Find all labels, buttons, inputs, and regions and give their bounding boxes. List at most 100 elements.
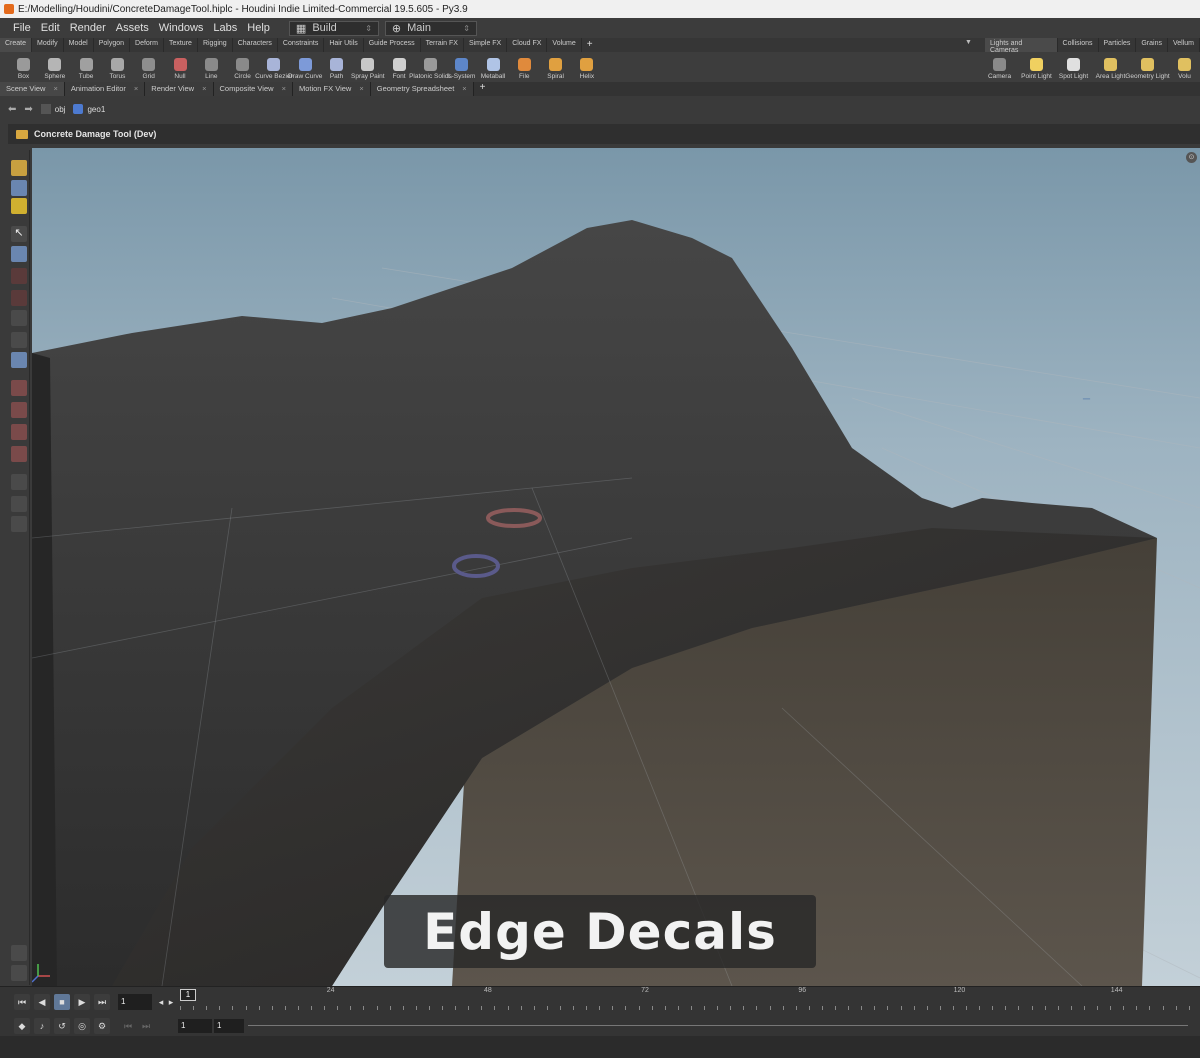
shelf-tab-volume[interactable]: Volume: [547, 38, 582, 52]
snap-icon[interactable]: [11, 352, 27, 368]
current-frame-input[interactable]: 1: [118, 994, 152, 1010]
shelf-tab-hair-utils[interactable]: Hair Utils: [324, 38, 364, 52]
keyframe-icon[interactable]: ◆: [14, 1018, 30, 1034]
pane-tab-render-view[interactable]: Render View ×: [145, 82, 214, 96]
tool-curve-bezier[interactable]: Curve Bezier: [255, 52, 293, 82]
breadcrumb-obj[interactable]: obj: [40, 104, 65, 114]
menu-labs[interactable]: Labs: [208, 22, 242, 34]
magnet-icon[interactable]: [11, 402, 27, 418]
shelf-tab-terrain-fx[interactable]: Terrain FX: [421, 38, 464, 52]
tool-geometry-light[interactable]: Geometry Light: [1125, 52, 1170, 82]
menu-windows[interactable]: Windows: [154, 22, 209, 34]
close-icon[interactable]: ×: [134, 84, 138, 94]
tool-volu[interactable]: Volu: [1169, 52, 1200, 82]
pane-tab-composite-view[interactable]: Composite View ×: [213, 82, 293, 96]
display-shading-icon[interactable]: [11, 965, 27, 981]
tool-helix[interactable]: Helix: [571, 52, 602, 82]
menu-help[interactable]: Help: [242, 22, 275, 34]
settings-icon[interactable]: ⚙: [94, 1018, 110, 1034]
frame-cursor[interactable]: 1: [180, 989, 196, 1001]
camera-tool-icon[interactable]: [11, 496, 27, 512]
audio-icon[interactable]: ♪: [34, 1018, 50, 1034]
range-next-icon[interactable]: ⏭: [138, 1018, 154, 1034]
render-region-icon[interactable]: [11, 474, 27, 490]
tool-null[interactable]: Null: [165, 52, 196, 82]
add-pane-tab-icon[interactable]: +: [474, 82, 492, 96]
tool-draw-curve[interactable]: Draw Curve: [288, 52, 322, 82]
shelf-tab-simple-fx[interactable]: Simple FX: [464, 38, 508, 52]
add-shelf-tab-icon[interactable]: +: [582, 38, 598, 52]
realtime-icon[interactable]: ◎: [74, 1018, 90, 1034]
magnet-point-icon[interactable]: [11, 424, 27, 440]
shelf-tab-polygon[interactable]: Polygon: [94, 38, 131, 52]
timeline-ruler[interactable]: 1 24 48 72 96 120 144: [180, 987, 1200, 1017]
desktop-build-select[interactable]: ▦ Build ⇕: [288, 20, 379, 36]
shelf-tab-model[interactable]: Model: [64, 38, 94, 52]
pose-icon[interactable]: [11, 332, 27, 348]
play-backward-icon[interactable]: ◀: [34, 994, 50, 1010]
tool-tube[interactable]: Tube: [71, 52, 102, 82]
tool-torus[interactable]: Torus: [102, 52, 133, 82]
tool-line[interactable]: Line: [196, 52, 227, 82]
magnet-primitive-icon[interactable]: [11, 446, 27, 462]
shelf-tab-deform[interactable]: Deform: [130, 38, 164, 52]
forward-arrow-icon[interactable]: ➡: [24, 104, 32, 115]
tool-circle[interactable]: Circle: [227, 52, 258, 82]
shelf-menu-icon[interactable]: ▼: [965, 39, 972, 46]
desktop-main-select[interactable]: ⊕ Main ⇕: [384, 20, 477, 36]
shelf-tab-characters[interactable]: Characters: [233, 38, 278, 52]
breadcrumb-geo[interactable]: geo1: [73, 104, 105, 114]
shelf-tab-texture[interactable]: Texture: [164, 38, 198, 52]
shelf-tab-guide-process[interactable]: Guide Process: [364, 38, 421, 52]
back-arrow-icon[interactable]: ⬅: [8, 104, 16, 115]
shelf-tab-rigging[interactable]: Rigging: [198, 38, 233, 52]
tool-spiral[interactable]: Spiral: [540, 52, 571, 82]
menu-assets[interactable]: Assets: [111, 22, 154, 34]
close-icon[interactable]: ×: [282, 84, 286, 94]
tool-grid[interactable]: Grid: [133, 52, 164, 82]
tool-box[interactable]: Box: [8, 52, 39, 82]
jump-start-icon[interactable]: ⏮: [14, 994, 30, 1010]
tool-platonic-solids[interactable]: Platonic Solids: [409, 52, 452, 82]
shelf-tab-cloud-fx[interactable]: Cloud FX: [507, 38, 548, 52]
close-icon[interactable]: ×: [53, 84, 57, 94]
menu-edit[interactable]: Edit: [36, 22, 65, 34]
loop-icon[interactable]: ↺: [54, 1018, 70, 1034]
step-forward-icon[interactable]: ▸: [166, 994, 176, 1010]
tool-l-system[interactable]: L-System: [446, 52, 477, 82]
range-end-input[interactable]: 1: [214, 1019, 244, 1033]
close-icon[interactable]: ×: [359, 84, 363, 94]
range-start-input[interactable]: 1: [178, 1019, 212, 1033]
pane-tab-animation-editor[interactable]: Animation Editor ×: [64, 82, 146, 96]
tool-point-light[interactable]: Point Light: [1021, 52, 1052, 82]
lock-select-icon[interactable]: [11, 246, 27, 262]
grid-snap-icon[interactable]: [11, 380, 27, 396]
pane-tab-scene-view[interactable]: Scene View ×: [0, 82, 65, 96]
select-arrow-icon[interactable]: ↖: [11, 226, 27, 242]
tool-metaball[interactable]: Metaball: [478, 52, 509, 82]
shelf-tab-constraints[interactable]: Constraints: [278, 38, 325, 52]
rotate-handle-icon[interactable]: [11, 290, 27, 306]
tool-spot-light[interactable]: Spot Light: [1058, 52, 1089, 82]
shelf-tab-create[interactable]: Create: [0, 38, 33, 52]
close-icon[interactable]: ×: [462, 84, 466, 94]
scene-viewport[interactable]: – ⊙ Edge Decals: [32, 148, 1200, 986]
range-prev-icon[interactable]: ⏮: [120, 1018, 136, 1034]
shelf-tab-modify[interactable]: Modify: [32, 38, 64, 52]
tool-path[interactable]: Path: [321, 52, 352, 82]
menu-render[interactable]: Render: [65, 22, 111, 34]
tool-file[interactable]: File: [509, 52, 540, 82]
scale-handle-icon[interactable]: [11, 310, 27, 326]
move-handle-icon[interactable]: [11, 268, 27, 284]
viewport-lock-icon[interactable]: ⊙: [1186, 152, 1197, 163]
menu-file[interactable]: File: [8, 22, 36, 34]
select-mode-icon[interactable]: [11, 180, 27, 196]
jump-end-icon[interactable]: ⏭: [94, 994, 110, 1010]
tool-spray-paint[interactable]: Spray Paint: [351, 52, 385, 82]
step-back-icon[interactable]: ◂: [156, 994, 166, 1010]
close-icon[interactable]: ×: [202, 84, 206, 94]
pane-tab-geometry-spreadsheet[interactable]: Geometry Spreadsheet ×: [370, 82, 474, 96]
tool-sphere[interactable]: Sphere: [39, 52, 70, 82]
range-slider[interactable]: [248, 1025, 1188, 1026]
tool-area-light[interactable]: Area Light: [1095, 52, 1126, 82]
